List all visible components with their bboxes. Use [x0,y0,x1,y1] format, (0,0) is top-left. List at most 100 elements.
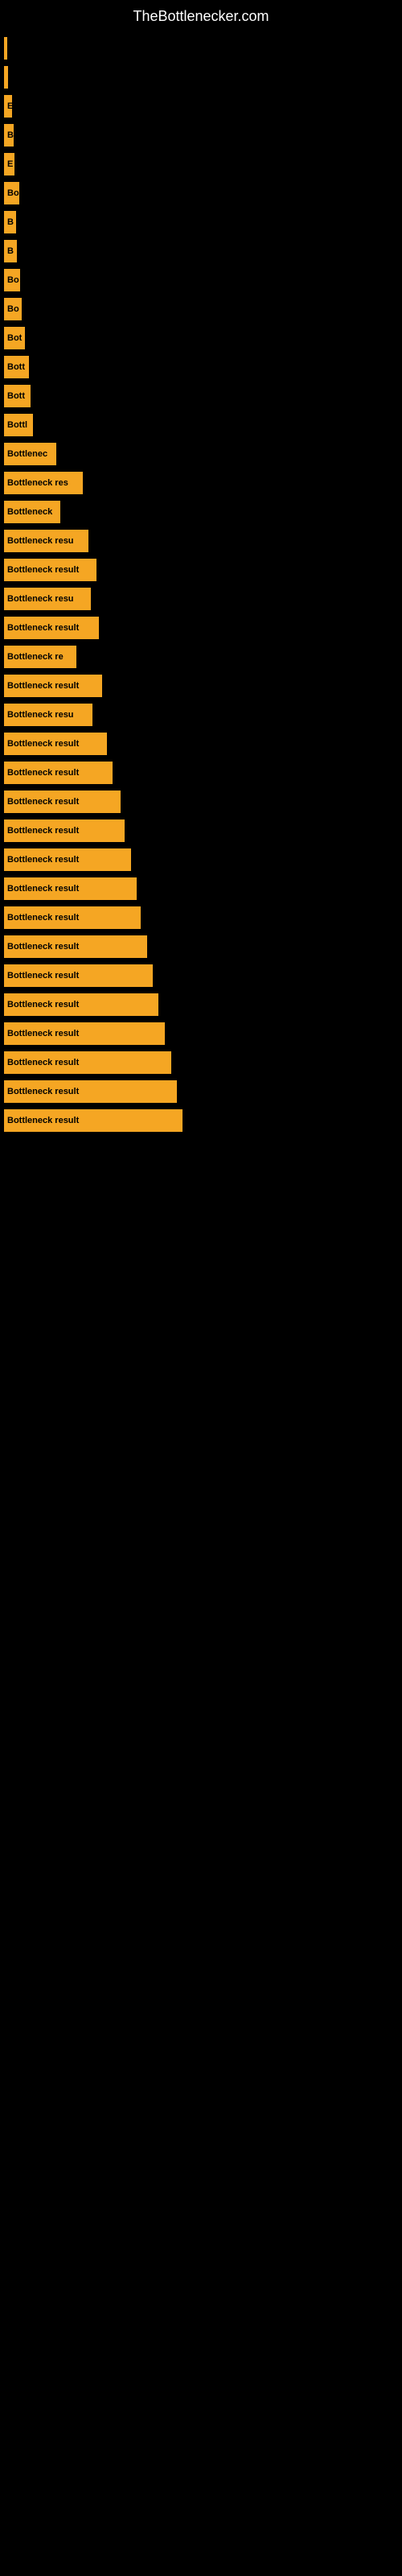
bar-6: B [4,211,16,233]
bar-29: Bottleneck result [4,877,137,900]
bar-label-37: Bottleneck result [7,1116,79,1125]
bar-12: Bott [4,385,31,407]
bar-row: Bottleneck res [4,472,402,494]
bar-label-35: Bottleneck result [7,1058,79,1067]
bar-row: E [4,153,402,175]
bar-label-24: Bottleneck result [7,739,79,749]
bar-16: Bottleneck [4,501,60,523]
bar-label-28: Bottleneck result [7,855,79,865]
bar-label-21: Bottleneck re [7,652,64,662]
bar-label-14: Bottlenec [7,449,47,459]
bar-22: Bottleneck result [4,675,102,697]
bar-label-6: B [7,217,14,227]
bar-7: B [4,240,17,262]
bar-label-31: Bottleneck result [7,942,79,952]
bar-label-12: Bott [7,391,25,401]
bar-label-2: E [7,101,12,111]
bar-label-36: Bottleneck result [7,1087,79,1096]
bar-21: Bottleneck re [4,646,76,668]
bar-19: Bottleneck resu [4,588,91,610]
bar-label-33: Bottleneck result [7,1000,79,1009]
bars-container: E B E Bo B B Bo Bo Bot Bott Bott Bottl Bottlenec Bott… [0,29,402,1132]
bar-27: Bottleneck result [4,819,125,842]
bar-row: Bottleneck result [4,675,402,697]
bar-label-20: Bottleneck result [7,623,79,633]
bar-label-29: Bottleneck result [7,884,79,894]
bar-row: Bottleneck result [4,964,402,987]
bar-label-13: Bottl [7,420,27,430]
bar-25: Bottleneck result [4,762,113,784]
bar-26: Bottleneck result [4,791,121,813]
bar-10: Bot [4,327,25,349]
bar-24: Bottleneck result [4,733,107,755]
bar-8: Bo [4,269,20,291]
bar-37: Bottleneck result [4,1109,183,1132]
bar-label-18: Bottleneck result [7,565,79,575]
bar-17: Bottleneck resu [4,530,88,552]
bar-label-4: E [7,159,13,169]
bar-36: Bottleneck result [4,1080,177,1103]
bar-row: B [4,211,402,233]
bar-row: B [4,124,402,147]
bar-row: Bottleneck resu [4,588,402,610]
bar-30: Bottleneck result [4,906,141,929]
bar-row: Bottleneck result [4,877,402,900]
bar-34: Bottleneck result [4,1022,165,1045]
bar-row: Bottleneck result [4,791,402,813]
bar-label-25: Bottleneck result [7,768,79,778]
bar-label-30: Bottleneck result [7,913,79,923]
bar-label-15: Bottleneck res [7,478,68,488]
bar-15: Bottleneck res [4,472,83,494]
bar-18: Bottleneck result [4,559,96,581]
bar-20: Bottleneck result [4,617,99,639]
bar-14: Bottlenec [4,443,56,465]
bar-row: Bottleneck result [4,762,402,784]
bar-row: Bottleneck result [4,848,402,871]
bar-row: Bottleneck result [4,819,402,842]
bar-label-32: Bottleneck result [7,971,79,980]
bar-32: Bottleneck result [4,964,153,987]
bar-label-22: Bottleneck result [7,681,79,691]
bar-28: Bottleneck result [4,848,131,871]
bar-label-27: Bottleneck result [7,826,79,836]
bar-3: B [4,124,14,147]
bar-row: Bottleneck [4,501,402,523]
bar-2: E [4,95,12,118]
bar-row: Bottleneck result [4,906,402,929]
bar-row: Bottleneck result [4,1109,402,1132]
bar-row: Bottleneck result [4,617,402,639]
bar-row: Bo [4,269,402,291]
bar-row: Bottleneck result [4,935,402,958]
bar-label-11: Bott [7,362,25,372]
bar-row: Bottlenec [4,443,402,465]
bar-label-10: Bot [7,333,22,343]
bar-row: Bottl [4,414,402,436]
bar-row: Bottleneck resu [4,704,402,726]
bar-row: B [4,240,402,262]
bar-5: Bo [4,182,19,204]
bar-label-26: Bottleneck result [7,797,79,807]
bar-row: E [4,95,402,118]
bar-row: Bottleneck re [4,646,402,668]
bar-row: Bottleneck result [4,1080,402,1103]
bar-row: Bottleneck result [4,1022,402,1045]
bar-row: Bott [4,385,402,407]
bar-1 [4,66,8,89]
bar-row: Bo [4,182,402,204]
bar-9: Bo [4,298,22,320]
bar-35: Bottleneck result [4,1051,171,1074]
bar-row: Bottleneck result [4,733,402,755]
bar-row: Bo [4,298,402,320]
bar-label-8: Bo [7,275,19,285]
bar-row: Bottleneck result [4,993,402,1016]
bar-row [4,37,402,60]
bar-33: Bottleneck result [4,993,158,1016]
bar-label-17: Bottleneck resu [7,536,74,546]
bar-label-5: Bo [7,188,19,198]
bar-label-23: Bottleneck resu [7,710,74,720]
bar-label-7: B [7,246,14,256]
bar-row: Bottleneck result [4,559,402,581]
site-title: TheBottlenecker.com [0,0,402,29]
bar-row: Bott [4,356,402,378]
bar-row: Bottleneck resu [4,530,402,552]
